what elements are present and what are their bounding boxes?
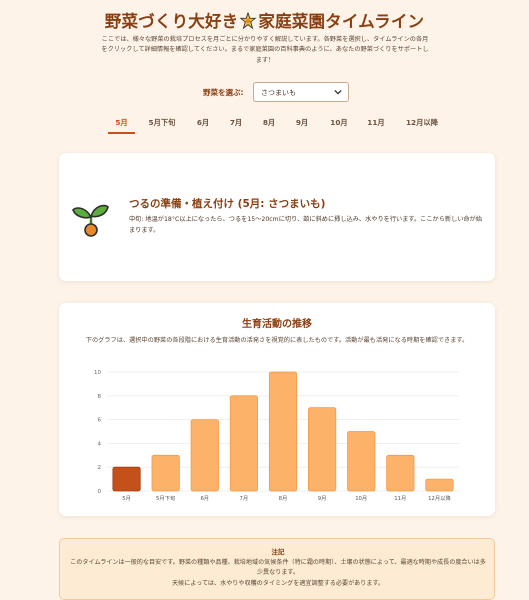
vegetable-select[interactable]: さつまいも	[253, 82, 349, 102]
selected-vegetable: さつまいも	[261, 89, 296, 97]
x-tick-label: 9月	[318, 495, 327, 502]
y-tick-label: 8	[98, 394, 102, 400]
note-title: 注記	[271, 548, 285, 556]
y-tick-label: 4	[98, 441, 102, 447]
y-tick-label: 2	[98, 465, 102, 471]
x-tick-label: 10月	[355, 495, 367, 502]
growth-bar-chart: 0 2 4 6 8 10 5月 5月下旬 6月 7月 8月 9月 10月 11月 12月以降	[94, 370, 459, 502]
x-tick-label: 12月以降	[428, 494, 451, 502]
chevron-down-icon	[334, 89, 342, 95]
bar[interactable]	[190, 419, 219, 492]
x-tick-label: 6月	[200, 495, 209, 502]
tab-july[interactable]: 7月	[223, 118, 249, 134]
bar[interactable]	[112, 466, 141, 492]
note-body: このタイムラインは一般的な目安です。野菜の種類や品種、栽培地域の気候条件（特に霜…	[70, 559, 486, 576]
tab-august[interactable]: 8月	[256, 118, 282, 134]
bar[interactable]	[151, 454, 180, 492]
active-tab-underline	[108, 132, 135, 134]
x-tick-label: 5月	[122, 495, 131, 502]
title-part1: 野菜づくり大好き	[104, 12, 239, 31]
bar[interactable]	[308, 407, 337, 492]
x-tick-label: 8月	[279, 495, 288, 502]
tab-november[interactable]: 11月	[361, 118, 391, 134]
bar[interactable]	[229, 395, 258, 492]
sparkle-icon	[239, 12, 257, 30]
title-part2: 家庭菜園タイムライン	[258, 12, 425, 31]
tab-late-may[interactable]: 5月下旬	[144, 118, 180, 134]
y-tick-label: 0	[98, 489, 102, 495]
tab-december-later[interactable]: 12月以降	[401, 118, 443, 134]
chart-card: 生育活動の推移 下のグラフは、選択中の野菜の各段階における生育活動の活発さを視覚…	[59, 303, 495, 516]
page: 野菜づくり大好き 家庭菜園タイムライン ここでは、様々な野菜の栽培プロセスを月ご…	[0, 0, 529, 600]
y-tick-label: 6	[98, 418, 102, 424]
bar[interactable]	[386, 454, 415, 492]
selector-label: 野菜を選ぶ:	[203, 88, 244, 97]
page-title: 野菜づくり大好き 家庭菜園タイムライン	[0, 8, 529, 32]
x-tick-label: 7月	[240, 495, 249, 502]
x-tick-label: 11月	[394, 495, 406, 502]
note-body-weather: 天候によっては、水やりや収穫のタイミングを適宜調整する必要があります。	[171, 580, 385, 587]
vegetable-selector: 野菜を選ぶ: さつまいも	[0, 82, 529, 102]
bar[interactable]	[425, 478, 454, 492]
tab-september[interactable]: 9月	[289, 118, 315, 134]
bar[interactable]	[347, 431, 376, 492]
stage-title: つるの準備・植え付け (5月: さつまいも)	[129, 198, 326, 210]
tab-june[interactable]: 6月	[190, 118, 216, 134]
note-box: 注記 このタイムラインは一般的な目安です。野菜の種類や品種、栽培地域の気候条件（…	[59, 538, 495, 600]
stage-info-card: つるの準備・植え付け (5月: さつまいも) 中旬: 地温が18°C以上になった…	[59, 153, 495, 281]
y-tick-label: 10	[94, 370, 101, 376]
stage-description: 中旬: 地温が18°C以上になったら、つるを15〜20cmに切り、畝に斜めに挿し…	[129, 216, 483, 234]
sprout-icon	[72, 204, 109, 237]
tab-october[interactable]: 10月	[324, 118, 354, 134]
bar[interactable]	[268, 371, 298, 492]
x-tick-label: 5月下旬	[156, 494, 175, 502]
month-tabs: 5月 5月下旬 6月 7月 8月 9月 10月 11月 12月以降	[0, 118, 529, 136]
intro-text: ここでは、様々な野菜の栽培プロセスを月ごとに分かりやすく解説しています。各野菜を…	[101, 36, 429, 64]
